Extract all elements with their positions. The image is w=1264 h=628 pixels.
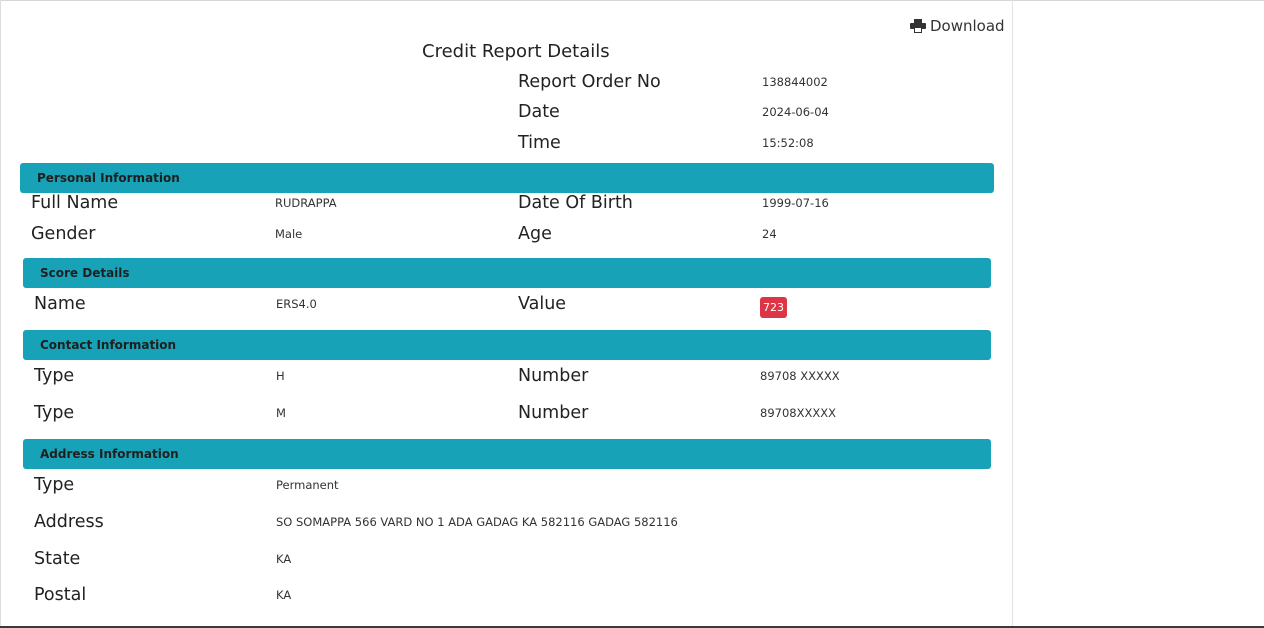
report-date-value: 2024-06-04	[762, 105, 829, 119]
full-name-label: Full Name	[31, 193, 119, 213]
postal-label: Postal	[34, 585, 87, 605]
dob-label: Date Of Birth	[518, 193, 633, 213]
contact-type-label: Type	[34, 366, 75, 386]
age-label: Age	[518, 224, 552, 244]
section-address-information: Address Information	[23, 439, 991, 469]
postal-value: KA	[276, 588, 292, 602]
top-divider	[0, 0, 1264, 1]
score-value-label: Value	[518, 294, 567, 314]
credit-report-page: Download Credit Report Details Report Or…	[0, 0, 1264, 628]
right-border	[1012, 0, 1013, 628]
score-name-label: Name	[34, 294, 86, 314]
address-label: Address	[34, 512, 104, 532]
dob-value: 1999-07-16	[762, 196, 829, 210]
address-value: SO SOMAPPA 566 VARD NO 1 ADA GADAG KA 58…	[276, 515, 678, 529]
printer-icon	[910, 19, 926, 33]
score-name-value: ERS4.0	[276, 297, 317, 311]
gender-value: Male	[275, 227, 303, 241]
score-value-badge: 723	[760, 297, 787, 318]
left-border	[0, 0, 1, 628]
page-title: Credit Report Details	[422, 41, 610, 62]
report-time-value: 15:52:08	[762, 136, 814, 150]
report-order-no-label: Report Order No	[518, 72, 661, 92]
section-personal-information: Personal Information	[20, 163, 994, 193]
contact-type-value: M	[276, 406, 286, 420]
section-contact-information: Contact Information	[23, 330, 991, 360]
state-label: State	[34, 549, 81, 569]
full-name-value: RUDRAPPA	[275, 196, 337, 210]
report-time-label: Time	[518, 133, 561, 153]
address-type-value: Permanent	[276, 478, 339, 492]
section-title: Personal Information	[37, 171, 180, 185]
contact-number-label: Number	[518, 366, 589, 386]
contact-number-value: 89708 XXXXX	[760, 369, 840, 383]
section-title: Contact Information	[40, 338, 177, 352]
download-button[interactable]: Download	[910, 17, 1005, 35]
contact-type-label: Type	[34, 403, 75, 423]
age-value: 24	[762, 227, 777, 241]
gender-label: Gender	[31, 224, 96, 244]
section-title: Score Details	[40, 266, 130, 280]
address-type-label: Type	[34, 475, 75, 495]
contact-number-value: 89708XXXXX	[760, 406, 836, 420]
report-order-no-value: 138844002	[762, 75, 828, 89]
download-label: Download	[930, 17, 1005, 35]
state-value: KA	[276, 552, 292, 566]
report-date-label: Date	[518, 102, 560, 122]
contact-number-label: Number	[518, 403, 589, 423]
section-score-details: Score Details	[23, 258, 991, 288]
contact-type-value: H	[276, 369, 285, 383]
section-title: Address Information	[40, 447, 179, 461]
